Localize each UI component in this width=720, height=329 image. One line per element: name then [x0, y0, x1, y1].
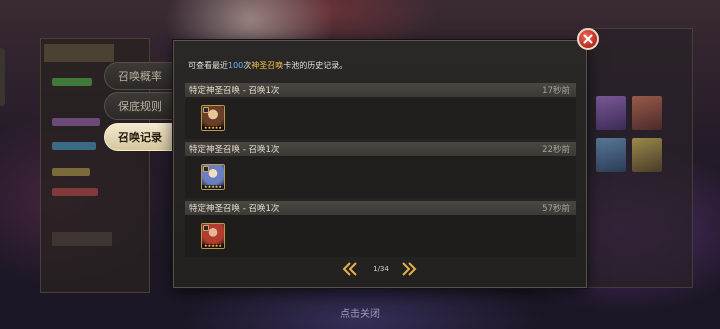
tab-label: 召唤记录	[118, 131, 162, 144]
background-row	[52, 118, 100, 126]
page-indicator: 1/34	[373, 265, 389, 273]
record-header: 特定神圣召唤 - 召唤1次 57秒前	[185, 201, 576, 215]
background-card	[596, 138, 626, 172]
tap-to-close-hint[interactable]: 点击关闭	[320, 305, 400, 320]
background-left-header	[44, 44, 114, 62]
record-body: ★★★★★	[185, 215, 576, 257]
tab-label: 召唤概率	[118, 70, 162, 83]
tab-pity-rules[interactable]: 保底规则	[104, 92, 176, 120]
record-body: ★★★★★	[185, 156, 576, 198]
record-body: ★★★★★	[185, 97, 576, 139]
hero-card[interactable]: ★★★★★	[201, 223, 225, 249]
element-badge-icon	[203, 166, 209, 172]
close-icon	[583, 34, 593, 44]
next-page-button[interactable]	[401, 262, 417, 276]
record-time: 17秒前	[542, 86, 570, 96]
background-row	[52, 168, 90, 176]
tab-summon-probability[interactable]: 召唤概率	[104, 62, 176, 90]
star-rating-icon: ★★★★★	[202, 244, 224, 248]
close-button[interactable]	[577, 28, 599, 50]
hero-card[interactable]: ★★★★★	[201, 105, 225, 131]
background-row	[52, 188, 98, 196]
tab-label: 保底规则	[118, 100, 162, 113]
double-chevron-right-icon	[402, 262, 417, 276]
record-time: 57秒前	[542, 204, 570, 214]
element-badge-icon	[203, 107, 209, 113]
double-chevron-left-icon	[342, 262, 357, 276]
edge-handle	[0, 48, 5, 106]
previous-page-button[interactable]	[342, 262, 358, 276]
record-time: 22秒前	[542, 145, 570, 155]
info-prefix: 可查看最近	[188, 61, 228, 70]
background-row	[52, 142, 96, 150]
info-count: 100	[228, 61, 244, 70]
background-card	[632, 96, 662, 130]
info-suffix: 卡池的历史记录。	[283, 61, 348, 70]
hero-card[interactable]: ★★★★★	[201, 164, 225, 190]
info-pool-name: 神圣召唤	[251, 61, 284, 70]
record-header: 特定神圣召唤 - 召唤1次 22秒前	[185, 142, 576, 156]
star-rating-icon: ★★★★★	[202, 126, 224, 130]
record-title: 特定神圣召唤 - 召唤1次	[189, 204, 280, 214]
background-row	[52, 78, 92, 86]
tab-summon-history[interactable]: 召唤记录	[104, 123, 176, 151]
record-title: 特定神圣召唤 - 召唤1次	[189, 86, 280, 96]
background-card	[596, 96, 626, 130]
history-info-text: 可查看最近100次神圣召唤卡池的历史记录。	[188, 60, 347, 71]
record-header: 特定神圣召唤 - 召唤1次 17秒前	[185, 83, 576, 97]
element-badge-icon	[203, 225, 209, 231]
background-card	[632, 138, 662, 172]
record-title: 特定神圣召唤 - 召唤1次	[189, 145, 280, 155]
star-rating-icon: ★★★★★	[202, 185, 224, 189]
background-left-footer	[52, 232, 112, 246]
